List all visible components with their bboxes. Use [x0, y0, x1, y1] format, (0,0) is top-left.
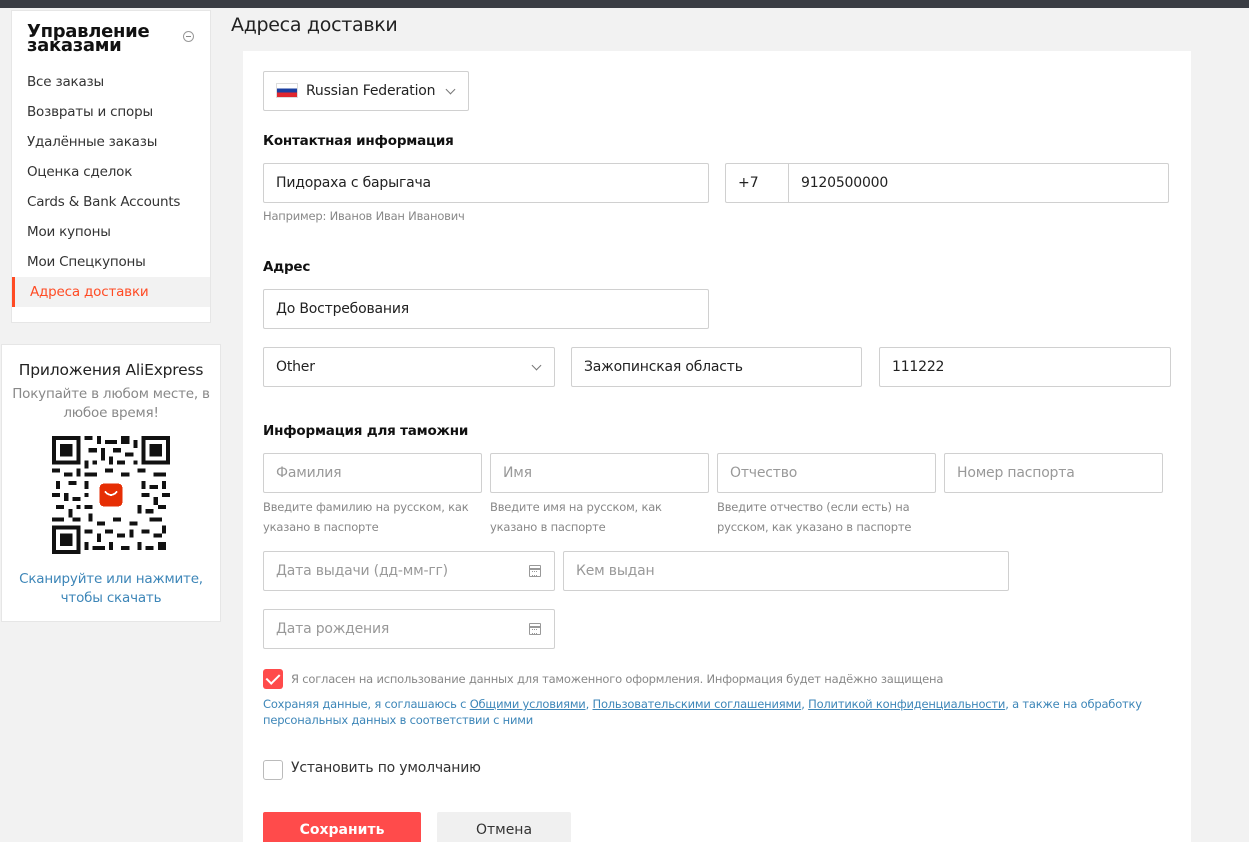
- birth-date-input[interactable]: Дата рождения: [263, 609, 555, 649]
- app-promo-subtitle: Покупайте в любом месте, в любое время!: [12, 386, 210, 421]
- zip-input[interactable]: 111222: [879, 347, 1171, 387]
- save-button[interactable]: Сохранить: [263, 812, 421, 842]
- collapse-icon[interactable]: [183, 31, 194, 42]
- passport-number-input[interactable]: Номер паспорта: [944, 453, 1163, 493]
- country-label: Russian Federation: [306, 83, 436, 99]
- issue-date-placeholder: Дата выдачи (дд-мм-гг): [276, 563, 448, 579]
- sidebar-item-deleted[interactable]: Удалённые заказы: [27, 127, 157, 157]
- firstname-input[interactable]: Имя: [490, 453, 709, 493]
- sidebar-item-shipping-addresses[interactable]: Адреса доставки: [12, 277, 210, 307]
- legal-separator: ,: [585, 697, 593, 711]
- page-title: Адреса доставки: [231, 14, 398, 36]
- contact-section-title: Контактная информация: [263, 133, 454, 149]
- patronymic-input[interactable]: Отчество: [717, 453, 936, 493]
- patronymic-hint: Введите отчество (если есть) на русском,…: [717, 500, 912, 534]
- surname-input[interactable]: Фамилия: [263, 453, 482, 493]
- user-agreement-link[interactable]: Пользовательскими соглашениями: [593, 697, 802, 711]
- calendar-icon[interactable]: [529, 623, 541, 635]
- phone-field: +7 9120500000: [725, 163, 1169, 203]
- sidebar-item-returns[interactable]: Возвраты и споры: [27, 97, 153, 127]
- russia-flag-icon: [276, 82, 298, 98]
- street-input[interactable]: До Востребования: [263, 289, 709, 329]
- contact-name-input[interactable]: Пидораха с барыгача: [263, 163, 709, 203]
- region-select-value: Other: [276, 359, 315, 375]
- sidebar-item-label: Адреса доставки: [30, 284, 149, 300]
- sidebar-item-feedback[interactable]: Оценка сделок: [27, 157, 132, 187]
- sidebar-title: Управление заказами: [27, 21, 150, 56]
- legal-notice: Сохраняя данные, я соглашаюсь с Общими у…: [263, 696, 1163, 728]
- address-section-title: Адрес: [263, 259, 311, 275]
- firstname-hint: Введите имя на русском, как указано в па…: [490, 500, 662, 534]
- app-promo-title: Приложения AliExpress: [18, 361, 204, 379]
- app-download-link[interactable]: Сканируйте или нажмите, чтобы скачать: [12, 570, 210, 608]
- sidebar-item-all-orders[interactable]: Все заказы: [27, 67, 104, 97]
- privacy-policy-link[interactable]: Политикой конфиденциальности: [808, 697, 1005, 711]
- calendar-icon[interactable]: [529, 565, 541, 577]
- browser-top-bar: [0, 0, 1249, 8]
- region-select[interactable]: Other: [263, 347, 555, 387]
- app-promo: Приложения AliExpress Покупайте в любом …: [1, 344, 221, 622]
- issued-by-input[interactable]: Кем выдан: [563, 551, 1009, 591]
- cancel-button[interactable]: Отмена: [437, 812, 571, 842]
- birth-date-placeholder: Дата рождения: [276, 621, 390, 637]
- order-management-sidebar: Управление заказами Все заказы Возвраты …: [11, 10, 211, 323]
- qr-code-icon[interactable]: [52, 436, 170, 554]
- province-input[interactable]: Зажопинская область: [571, 347, 862, 387]
- legal-prefix: Сохраняя данные, я соглашаюсь с: [263, 697, 470, 711]
- sidebar-item-coupons[interactable]: Мои купоны: [27, 217, 111, 247]
- sidebar-item-special-coupons[interactable]: Мои Спецкупоны: [27, 247, 146, 277]
- customs-consent-checkbox[interactable]: [263, 669, 283, 689]
- surname-hint: Введите фамилию на русском, как указано …: [263, 500, 469, 534]
- sidebar-item-cards[interactable]: Cards & Bank Accounts: [27, 187, 180, 217]
- customs-consent-text: Я согласен на использование данных для т…: [291, 672, 944, 686]
- country-select[interactable]: Russian Federation: [263, 71, 469, 111]
- customs-section-title: Информация для таможни: [263, 423, 469, 439]
- chevron-down-icon: [531, 360, 542, 371]
- issue-date-input[interactable]: Дата выдачи (дд-мм-гг): [263, 551, 555, 591]
- chevron-down-icon: [445, 84, 456, 95]
- terms-link[interactable]: Общими условиями: [470, 697, 586, 711]
- address-form-panel: Russian Federation Контактная информация…: [243, 51, 1191, 842]
- phone-number-input[interactable]: 9120500000: [789, 164, 888, 202]
- default-address-label[interactable]: Установить по умолчанию: [291, 760, 481, 776]
- phone-country-code[interactable]: +7: [726, 164, 789, 202]
- default-address-checkbox[interactable]: [263, 760, 283, 780]
- contact-name-hint: Например: Иванов Иван Иванович: [263, 209, 465, 223]
